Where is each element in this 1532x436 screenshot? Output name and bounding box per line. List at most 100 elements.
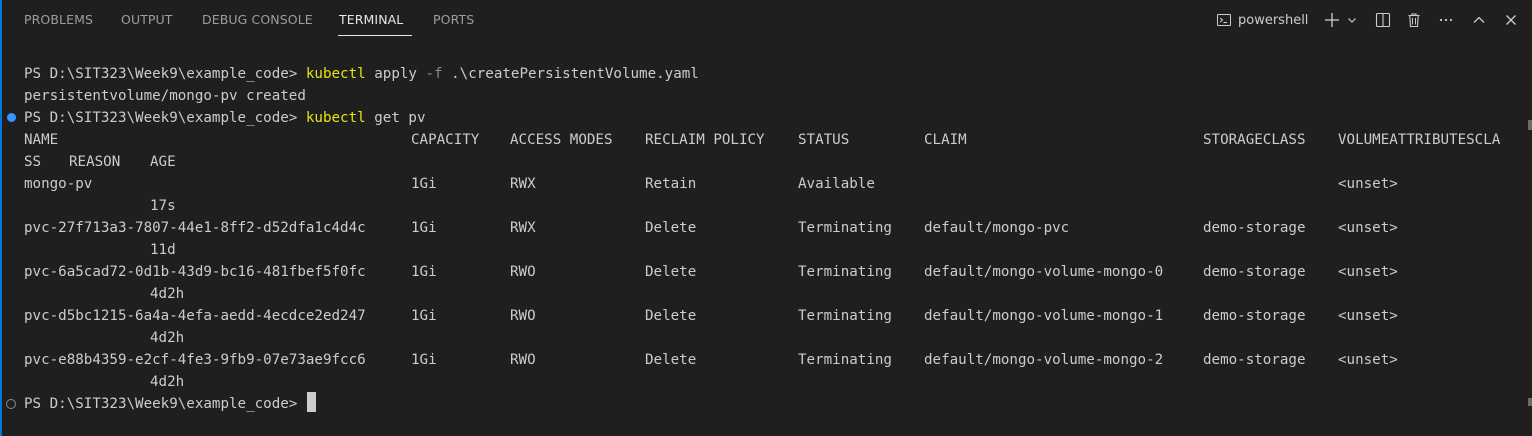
pv-claim: default/mongo-volume-mongo-2: [924, 352, 1164, 368]
table-header-wrap: SS REASON AGE: [0, 151, 1520, 173]
column-header: VOLUMEATTRIBUTESCLA: [1338, 132, 1501, 148]
table-row-wrap: 11d: [0, 239, 1520, 261]
new-terminal-button[interactable]: [1322, 9, 1342, 31]
pv-status: Available: [798, 176, 875, 192]
panel-header: PROBLEMS OUTPUT DEBUG CONSOLE TERMINAL P…: [2, 0, 1532, 40]
output-text: persistentvolume/mongo-pv created: [24, 88, 306, 104]
pv-capacity: 1Gi: [411, 176, 437, 192]
pv-storageclass: demo-storage: [1203, 220, 1306, 236]
pv-reclaim-policy: Delete: [645, 264, 697, 280]
plus-icon: [1324, 12, 1340, 28]
column-header: CAPACITY: [411, 132, 480, 148]
prompt: PS D:\SIT323\Week9\example_code>: [24, 396, 298, 412]
pv-claim: default/mongo-volume-mongo-0: [924, 264, 1164, 280]
pv-age: 4d2h: [150, 286, 185, 302]
column-header: SS: [24, 154, 42, 170]
command-success-decoration[interactable]: [7, 113, 16, 122]
maximize-panel-button[interactable]: [1468, 9, 1490, 31]
kill-terminal-button[interactable]: [1403, 9, 1425, 31]
pv-age: 11d: [150, 242, 176, 258]
pv-reclaim-policy: Retain: [645, 176, 697, 192]
pv-volume-attributes-class: <unset>: [1338, 176, 1398, 192]
tab-debug-console[interactable]: DEBUG CONSOLE: [202, 12, 313, 28]
prompt: PS D:\SIT323\Week9\example_code>: [24, 110, 298, 126]
terminal-output[interactable]: PS D:\SIT323\Week9\example_code> kubectl…: [0, 63, 1520, 415]
table-row-wrap: 4d2h: [0, 283, 1520, 305]
pv-storageclass: demo-storage: [1203, 308, 1306, 324]
close-panel-button[interactable]: [1500, 9, 1522, 31]
pv-claim: default/mongo-pvc: [924, 220, 1070, 236]
pv-status: Terminating: [798, 264, 892, 280]
chevron-down-icon: [1346, 14, 1358, 26]
command-args: apply: [374, 66, 417, 82]
pv-status: Terminating: [798, 220, 892, 236]
table-header: NAME CAPACITY ACCESS MODES RECLAIM POLIC…: [0, 129, 1520, 151]
terminal-dropdown-button[interactable]: [1344, 9, 1360, 31]
scrollbar-marker[interactable]: [1528, 120, 1532, 130]
table-row-wrap: 4d2h: [0, 371, 1520, 393]
pv-volume-attributes-class: <unset>: [1338, 220, 1398, 236]
pv-claim: default/mongo-volume-mongo-1: [924, 308, 1164, 324]
pv-storageclass: demo-storage: [1203, 264, 1306, 280]
pv-access-modes: RWX: [510, 176, 536, 192]
pv-status: Terminating: [798, 308, 892, 324]
pv-age: 17s: [150, 198, 176, 214]
tab-output[interactable]: OUTPUT: [121, 12, 173, 28]
pv-access-modes: RWX: [510, 220, 536, 236]
active-tab-indicator: [338, 35, 412, 36]
terminal-line: PS D:\SIT323\Week9\example_code> kubectl…: [0, 107, 1520, 129]
pv-name: pvc-27f713a3-7807-44e1-8ff2-d52dfa1c4d4c: [24, 220, 366, 236]
scrollbar-marker[interactable]: [1528, 398, 1532, 406]
pv-access-modes: RWO: [510, 264, 536, 280]
pv-volume-attributes-class: <unset>: [1338, 308, 1398, 324]
terminal-cursor: [307, 392, 317, 412]
table-row: pvc-27f713a3-7807-44e1-8ff2-d52dfa1c4d4c…: [0, 217, 1520, 239]
pv-access-modes: RWO: [510, 308, 536, 324]
column-header: STATUS: [798, 132, 850, 148]
column-header: AGE: [150, 154, 176, 170]
pv-status: Terminating: [798, 352, 892, 368]
pv-age: 4d2h: [150, 330, 185, 346]
pv-capacity: 1Gi: [411, 352, 437, 368]
trash-icon: [1406, 12, 1422, 28]
more-actions-button[interactable]: [1435, 9, 1457, 31]
chevron-up-icon: [1472, 13, 1486, 27]
terminal-line: persistentvolume/mongo-pv created: [0, 85, 1520, 107]
tab-terminal[interactable]: TERMINAL: [339, 12, 403, 28]
split-icon: [1375, 12, 1391, 28]
pv-reclaim-policy: Delete: [645, 308, 697, 324]
tab-problems[interactable]: PROBLEMS: [24, 12, 93, 28]
pv-reclaim-policy: Delete: [645, 220, 697, 236]
terminal-line: PS D:\SIT323\Week9\example_code> kubectl…: [0, 63, 1520, 85]
column-header: NAME: [24, 132, 59, 148]
command-flag: -f: [425, 66, 443, 82]
tab-ports[interactable]: PORTS: [433, 12, 474, 28]
command-args: .\createPersistentVolume.yaml: [451, 66, 699, 82]
pv-capacity: 1Gi: [411, 220, 437, 236]
pv-capacity: 1Gi: [411, 264, 437, 280]
pv-reclaim-policy: Delete: [645, 352, 697, 368]
table-row-wrap: 4d2h: [0, 327, 1520, 349]
pv-capacity: 1Gi: [411, 308, 437, 324]
table-row: mongo-pv 1Gi RWX Retain Available <unset…: [0, 173, 1520, 195]
close-icon: [1504, 13, 1518, 27]
pv-volume-attributes-class: <unset>: [1338, 352, 1398, 368]
pv-volume-attributes-class: <unset>: [1338, 264, 1398, 280]
split-terminal-button[interactable]: [1372, 9, 1394, 31]
terminal-input-line[interactable]: PS D:\SIT323\Week9\example_code>: [0, 392, 1520, 415]
pv-name: mongo-pv: [24, 176, 93, 192]
terminal-profile-button[interactable]: powershell: [1216, 9, 1308, 31]
pv-name: pvc-d5bc1215-6a4a-4efa-aedd-4ecdce2ed247: [24, 308, 366, 324]
column-header: STORAGECLASS: [1203, 132, 1306, 148]
command-name: kubectl: [305, 66, 366, 82]
column-header: RECLAIM POLICY: [645, 132, 765, 148]
pv-name: pvc-e88b4359-e2cf-4fe3-9fb9-07e73ae9fcc6: [24, 352, 366, 368]
prompt: PS D:\SIT323\Week9\example_code>: [24, 66, 298, 82]
table-row: pvc-e88b4359-e2cf-4fe3-9fb9-07e73ae9fcc6…: [0, 349, 1520, 371]
more-icon: [1438, 12, 1454, 28]
column-header: REASON: [69, 154, 121, 170]
column-header: ACCESS MODES: [510, 132, 613, 148]
table-row-wrap: 17s: [0, 195, 1520, 217]
command-decoration[interactable]: [6, 399, 16, 409]
pv-age: 4d2h: [150, 374, 185, 390]
